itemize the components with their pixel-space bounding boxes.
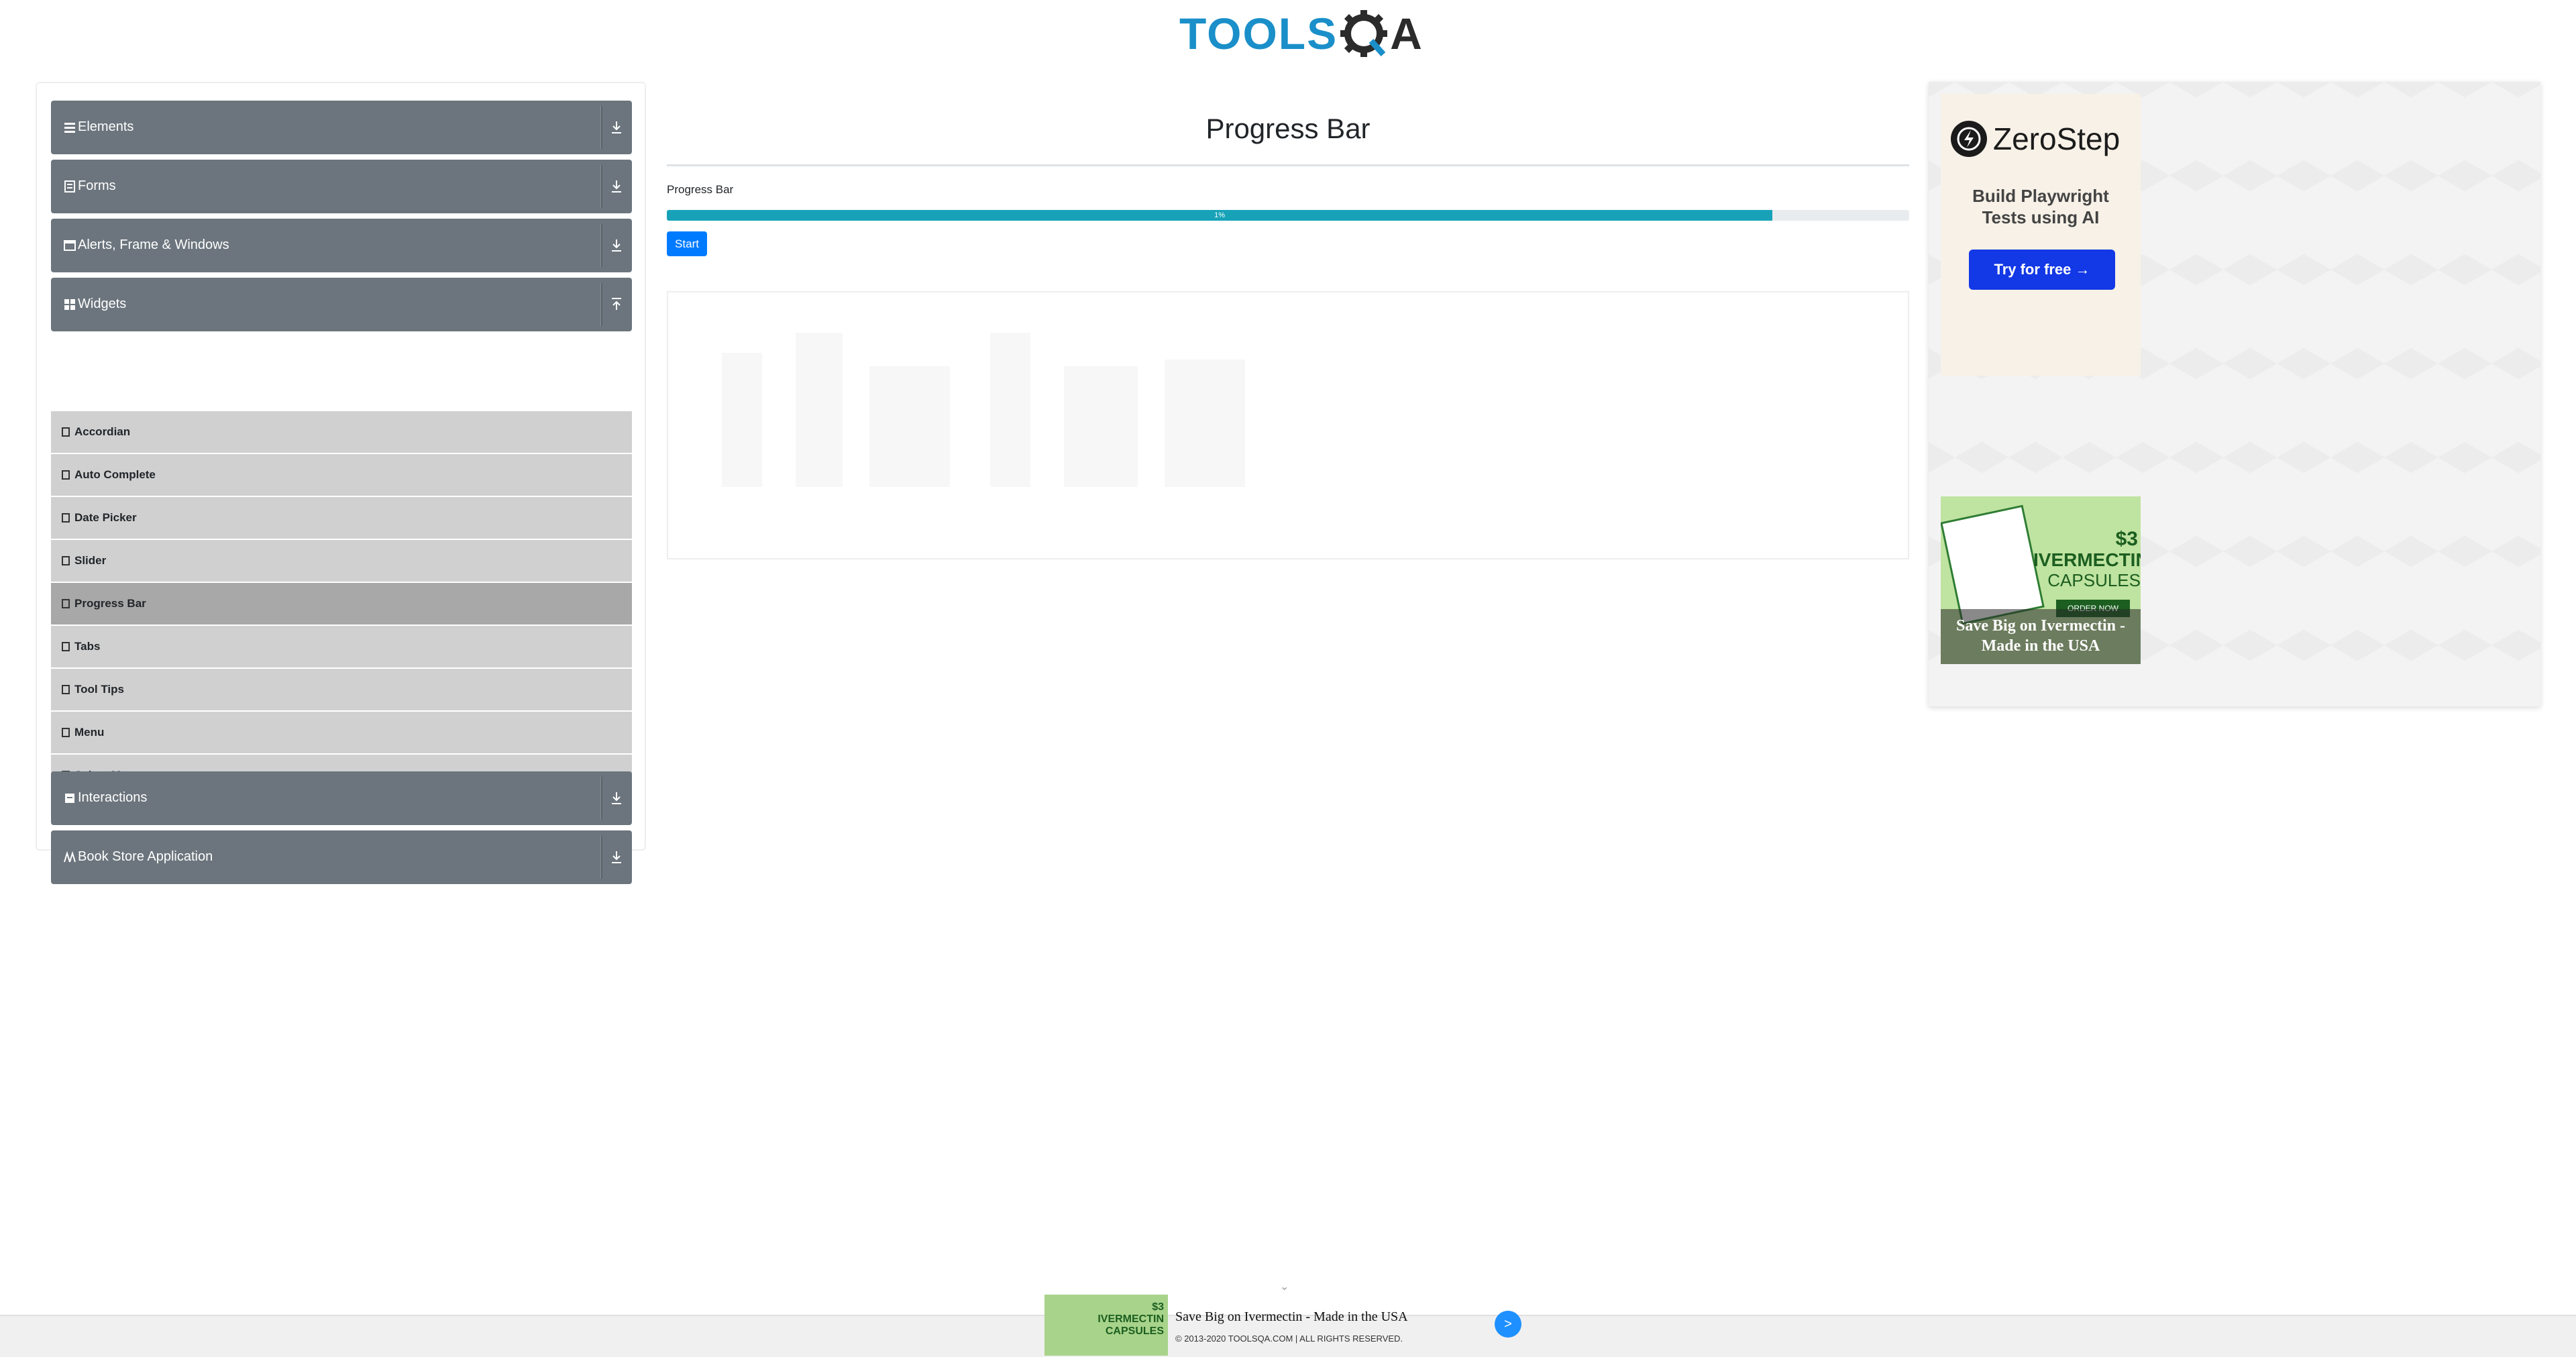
group-forms[interactable]: Forms bbox=[51, 160, 632, 213]
ad-next-button[interactable]: > bbox=[1495, 1311, 1521, 1338]
right-ad-panel: ZeroStep Build Playwright Tests using AI… bbox=[1929, 82, 2540, 706]
document-icon bbox=[62, 427, 70, 437]
ad-product-name: IVERMECTIN bbox=[2033, 549, 2141, 570]
page-title: Progress Bar bbox=[1205, 113, 1371, 144]
ad-image-text: $3 IVERMECTIN CAPSULES bbox=[1097, 1301, 1164, 1338]
bottom-ad-banner[interactable]: $3 IVERMECTIN CAPSULES Save Big on Iverm… bbox=[1044, 1295, 1454, 1356]
group-label: Elements bbox=[78, 119, 134, 134]
menu-item-label: Menu bbox=[74, 726, 105, 739]
try-for-free-button[interactable]: Try for free → bbox=[1969, 250, 2115, 290]
group-label: Widgets bbox=[78, 296, 127, 311]
progress-bar: 1% bbox=[667, 210, 1909, 221]
divider bbox=[600, 224, 602, 267]
ghost-shape bbox=[1165, 360, 1245, 487]
window-icon bbox=[64, 240, 76, 251]
ad-product-sub: CAPSULES bbox=[2047, 570, 2141, 590]
ghost-shape bbox=[796, 333, 843, 487]
ad-caption: Save Big on Ivermectin - Made in the USA bbox=[1941, 609, 2141, 664]
divider bbox=[600, 283, 602, 326]
document-icon bbox=[62, 556, 70, 565]
title-divider bbox=[667, 164, 1909, 166]
ghost-shape bbox=[1064, 366, 1138, 487]
document-icon bbox=[62, 470, 70, 480]
expand-icon[interactable] bbox=[609, 178, 624, 195]
zerostep-ad[interactable]: ZeroStep Build Playwright Tests using AI… bbox=[1941, 94, 2141, 376]
logo-text-tools: TOOLS bbox=[1179, 9, 1338, 58]
tagline-line: Build Playwright bbox=[1972, 186, 2109, 206]
ghost-shape bbox=[722, 353, 762, 487]
bottom-ad-text: Save Big on Ivermectin - Made in the USA bbox=[1175, 1309, 1408, 1324]
group-label: Alerts, Frame & Windows bbox=[78, 237, 229, 252]
product-box-image bbox=[1941, 504, 2045, 625]
toolsqa-logo[interactable]: TOOLS A bbox=[1179, 7, 1424, 60]
expand-icon[interactable] bbox=[609, 849, 624, 865]
ad-price: $3 bbox=[2115, 528, 2138, 550]
group-label: Book Store Application bbox=[78, 849, 213, 864]
expand-icon[interactable] bbox=[609, 237, 624, 254]
group-book-store[interactable]: Book Store Application bbox=[51, 830, 632, 884]
ad-image-name: IVERMECTIN bbox=[1097, 1313, 1164, 1325]
group-alerts-frame-windows[interactable]: Alerts, Frame & Windows bbox=[51, 219, 632, 272]
zerostep-logo-icon bbox=[1951, 121, 1987, 157]
menu-item-date-picker[interactable]: Date Picker bbox=[51, 497, 632, 539]
ad-image-sub: CAPSULES bbox=[1105, 1325, 1164, 1337]
group-label: Forms bbox=[78, 178, 116, 193]
logo-text-a: A bbox=[1390, 9, 1424, 58]
form-icon bbox=[64, 180, 75, 193]
menu-item-label: Tabs bbox=[74, 640, 101, 653]
list-icon bbox=[64, 123, 75, 133]
progress-bar-fill: 1% bbox=[667, 210, 1773, 221]
ghost-shape bbox=[990, 333, 1030, 487]
group-interactions[interactable]: Interactions bbox=[51, 771, 632, 825]
document-icon bbox=[62, 685, 70, 694]
expand-icon[interactable] bbox=[609, 790, 624, 806]
bolt-icon bbox=[1957, 127, 1981, 151]
bottom-ad-image: $3 IVERMECTIN CAPSULES bbox=[1044, 1295, 1168, 1356]
left-panel: Elements Forms Alerts, Frame & Windows W… bbox=[36, 82, 646, 884]
menu-item-label: Progress Bar bbox=[74, 597, 146, 610]
ad-placeholder bbox=[667, 291, 1909, 559]
document-icon bbox=[62, 642, 70, 651]
tagline-line: Tests using AI bbox=[1982, 207, 2100, 227]
group-label: Interactions bbox=[78, 790, 148, 805]
menu-item-auto-complete[interactable]: Auto Complete bbox=[51, 454, 632, 496]
document-icon bbox=[62, 728, 70, 737]
zerostep-brand: ZeroStep bbox=[1993, 121, 2121, 156]
divider bbox=[600, 777, 602, 820]
divider bbox=[600, 165, 602, 208]
menu-item-slider[interactable]: Slider bbox=[51, 540, 632, 582]
menu-item-tool-tips[interactable]: Tool Tips bbox=[51, 669, 632, 710]
grid-icon bbox=[64, 299, 75, 310]
zerostep-tagline: Build Playwright Tests using AI bbox=[1941, 185, 2141, 228]
collapse-icon[interactable] bbox=[609, 296, 624, 313]
menu-item-progress-bar[interactable]: Progress Bar bbox=[51, 583, 632, 625]
ivermectin-ad[interactable]: $3 IVERMECTIN CAPSULES ORDER NOW Save Bi… bbox=[1941, 496, 2141, 664]
interaction-icon bbox=[65, 794, 74, 803]
divider bbox=[600, 106, 602, 149]
book-icon bbox=[64, 851, 76, 863]
gear-q-icon bbox=[1340, 10, 1388, 57]
menu-item-label: Slider bbox=[74, 554, 107, 567]
menu-item-accordian[interactable]: Accordian bbox=[51, 411, 632, 453]
menu-item-label: Date Picker bbox=[74, 511, 137, 524]
document-icon bbox=[62, 599, 70, 608]
group-elements[interactable]: Elements bbox=[51, 101, 632, 154]
document-icon bbox=[62, 513, 70, 523]
menu-item-label: Tool Tips bbox=[74, 683, 124, 696]
menu-item-label: Accordian bbox=[74, 425, 131, 438]
start-button[interactable]: Start bbox=[667, 231, 707, 256]
menu-item-label: Auto Complete bbox=[74, 468, 156, 481]
group-widgets[interactable]: Widgets bbox=[51, 278, 632, 331]
widgets-menu-list: Accordian Auto Complete Date Picker Slid… bbox=[51, 411, 632, 798]
menu-item-menu[interactable]: Menu bbox=[51, 712, 632, 753]
divider bbox=[600, 836, 602, 879]
menu-item-tabs[interactable]: Tabs bbox=[51, 626, 632, 667]
expand-icon[interactable] bbox=[609, 119, 624, 135]
progress-bar-label: Progress Bar bbox=[667, 183, 734, 196]
ad-image-price: $3 bbox=[1152, 1301, 1164, 1313]
ghost-shape bbox=[869, 366, 950, 487]
chevron-down-icon[interactable]: ⌄ bbox=[1280, 1280, 1289, 1293]
